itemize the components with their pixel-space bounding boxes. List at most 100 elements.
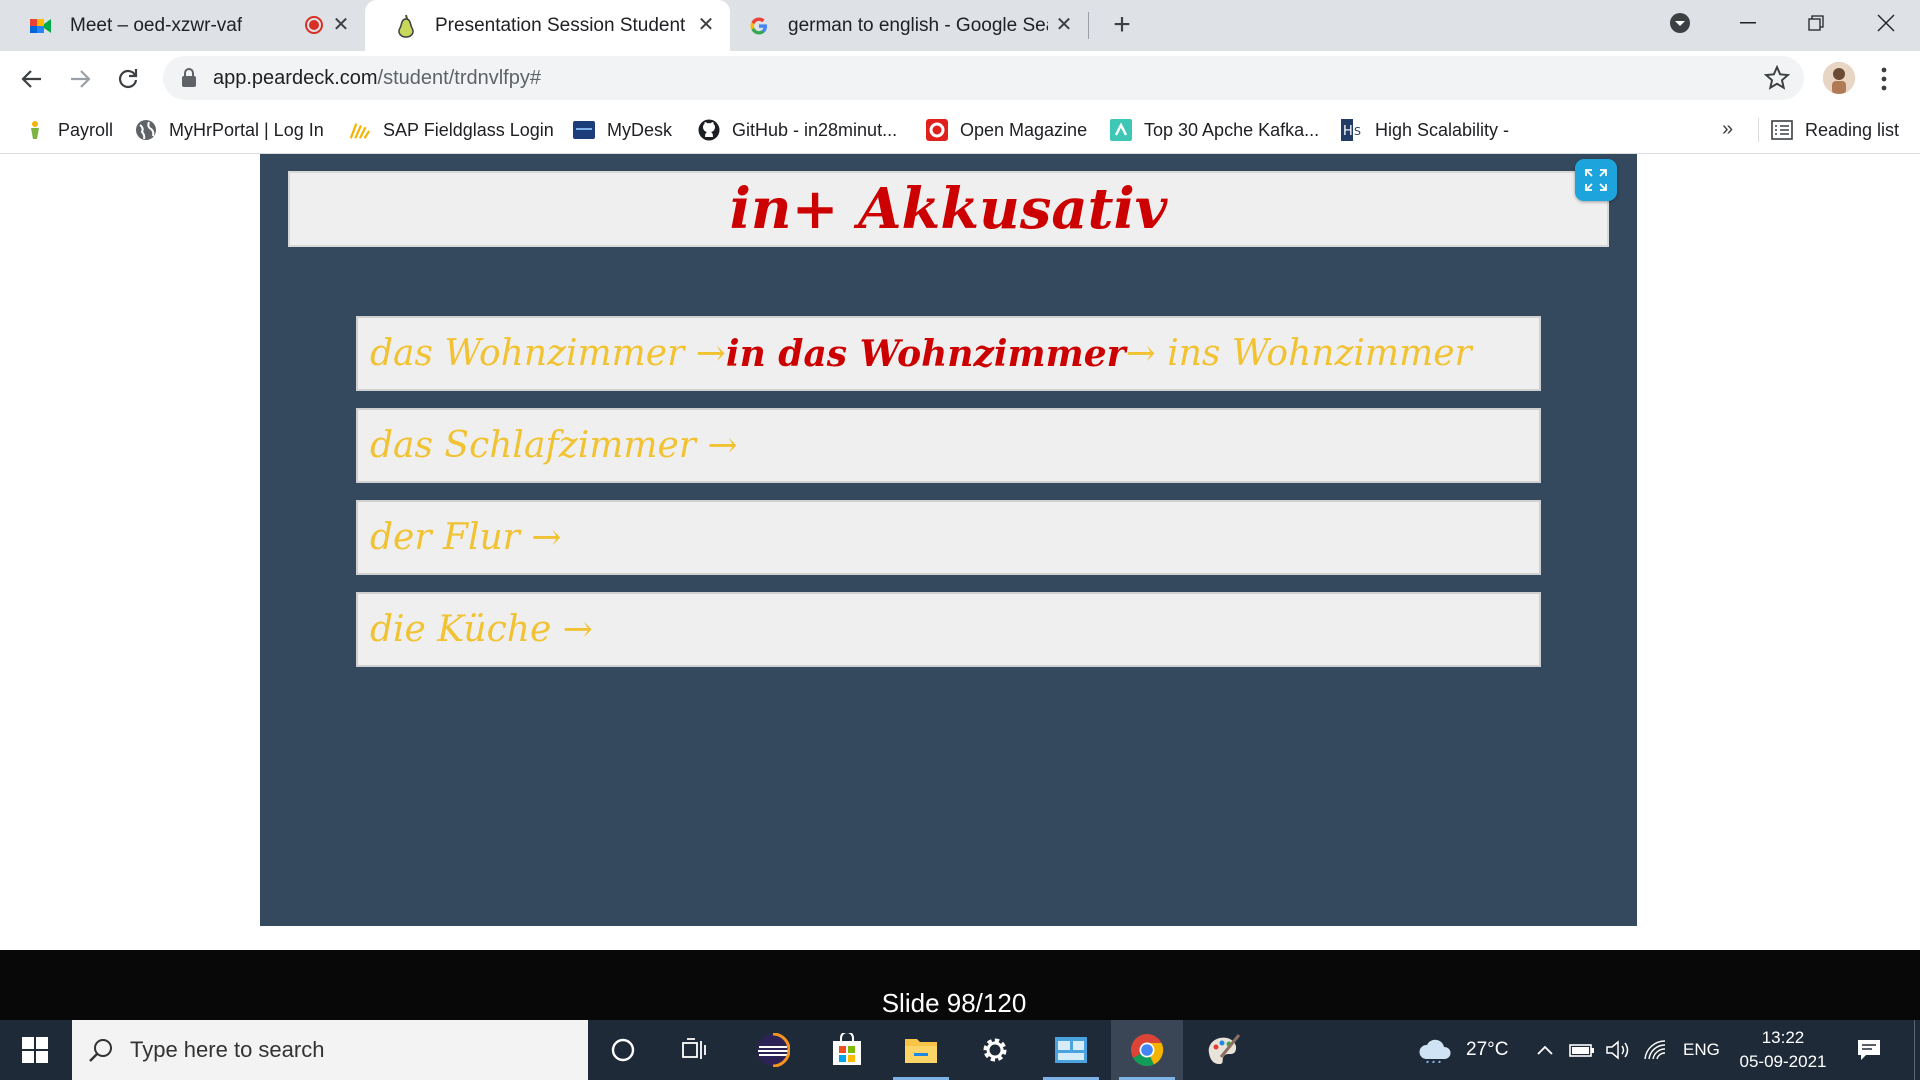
recording-icon: [305, 16, 323, 34]
chevron-down-icon: [1670, 12, 1690, 33]
bookmark-label: SAP Fieldglass Login: [383, 119, 554, 140]
close-icon[interactable]: ✕: [1052, 13, 1076, 37]
taskbar-paint[interactable]: [1187, 1020, 1259, 1080]
close-icon[interactable]: ✕: [694, 13, 718, 37]
close-icon[interactable]: ✕: [329, 13, 353, 37]
reading-list-button[interactable]: Reading list: [1771, 106, 1899, 154]
slide-row-4: die Küche →: [356, 592, 1541, 667]
action-center-button[interactable]: [1856, 1020, 1882, 1080]
taskbar-settings[interactable]: [959, 1020, 1031, 1080]
address-bar[interactable]: app.peardeck.com/student/trdnvlfpy#: [163, 56, 1804, 100]
clock[interactable]: 13:22 05-09-2021: [1728, 1026, 1838, 1074]
google-meet-icon: [30, 15, 52, 37]
bookmark-star-icon[interactable]: [1764, 65, 1790, 91]
reload-button[interactable]: [108, 59, 148, 99]
url-domain: app.peardeck.com: [213, 67, 378, 89]
slide-row-1: das Wohnzimmer → in das Wohnzimmer → ins…: [356, 316, 1541, 391]
taskbar-file-explorer[interactable]: [885, 1020, 957, 1080]
fullscreen-button[interactable]: [1575, 159, 1617, 201]
fieldglass-icon: [349, 119, 371, 141]
tab-meet[interactable]: Meet – oed-xzwr-vaf ✕: [0, 0, 365, 51]
start-button[interactable]: [0, 1020, 70, 1080]
speaker-icon: [1606, 1040, 1629, 1060]
taskbar-chrome[interactable]: [1111, 1020, 1183, 1080]
bookmarks-overflow-button[interactable]: »: [1722, 118, 1733, 141]
tab-search-button[interactable]: [1650, 0, 1710, 45]
row-text: das Schlafzimmer →: [370, 425, 738, 466]
cloud-icon: [1419, 1039, 1451, 1063]
forward-button[interactable]: [60, 59, 100, 99]
network-indicator[interactable]: [1643, 1020, 1667, 1080]
bookmark-label: Top 30 Apche Kafka...: [1144, 119, 1320, 140]
bookmark-label: GitHub - in28minut...: [732, 119, 898, 140]
paint-icon: [1208, 1034, 1241, 1064]
gear-icon: [983, 1038, 1007, 1062]
search-placeholder: Type here to search: [130, 1037, 325, 1062]
weather-widget[interactable]: 27°C: [1418, 1020, 1508, 1080]
slide-canvas: in+ Akkusativ das Wohnzimmer → in das Wo…: [260, 154, 1637, 926]
bookmark-label: High Scalability -: [1375, 119, 1510, 140]
url-path: /student/trdnvlfpy#: [377, 67, 541, 89]
browser-toolbar: app.peardeck.com/student/trdnvlfpy#: [0, 51, 1920, 106]
minimize-button[interactable]: [1718, 0, 1778, 45]
tab-presentation[interactable]: Presentation Session Student ✕: [365, 0, 730, 51]
taskbar-eclipse[interactable]: [737, 1020, 809, 1080]
tab-google-search[interactable]: german to english - Google Search ✕: [730, 0, 1088, 51]
kafka-icon: [1110, 119, 1132, 141]
svg-text:H: H: [1343, 124, 1353, 139]
cortana-button[interactable]: [587, 1020, 659, 1080]
windows-taskbar: Type here to search 27°C ENG 13:22 05-09…: [0, 1020, 1920, 1080]
battery-indicator[interactable]: [1569, 1020, 1595, 1080]
store-icon: [833, 1033, 861, 1065]
reading-list-icon: [1771, 119, 1793, 141]
bookmark-mydesk[interactable]: MyDesk: [573, 106, 672, 154]
restore-button[interactable]: [1786, 0, 1846, 45]
cortana-icon: [611, 1038, 635, 1062]
taskbar-search[interactable]: Type here to search: [72, 1020, 588, 1080]
task-view-button[interactable]: [659, 1020, 731, 1080]
open-magazine-icon: [926, 119, 948, 141]
new-tab-button[interactable]: +: [1106, 10, 1138, 42]
tab-separator: [1088, 12, 1089, 39]
back-button[interactable]: [12, 59, 52, 99]
control-panel-icon: [1055, 1037, 1087, 1063]
taskbar-store[interactable]: [811, 1020, 883, 1080]
globe-icon: [135, 119, 157, 141]
payroll-icon: [24, 119, 46, 141]
taskbar-control-panel[interactable]: [1035, 1020, 1107, 1080]
url-text: app.peardeck.com/student/trdnvlfpy#: [213, 67, 541, 90]
folder-icon: [905, 1039, 937, 1063]
weather-temperature: 27°C: [1466, 1039, 1509, 1060]
page-content: in+ Akkusativ das Wohnzimmer → in das Wo…: [0, 154, 1920, 950]
close-window-button[interactable]: [1856, 0, 1916, 45]
input-language[interactable]: ENG: [1683, 1020, 1720, 1080]
volume-control[interactable]: [1605, 1020, 1631, 1080]
bookmark-open-magazine[interactable]: Open Magazine: [926, 106, 1087, 154]
arrow-right-icon: [71, 70, 91, 88]
svg-text:S: S: [1354, 125, 1361, 138]
profile-avatar[interactable]: [1823, 62, 1855, 94]
lock-icon: [182, 68, 196, 87]
bookmark-myhrportal[interactable]: MyHrPortal | Log In: [135, 106, 324, 154]
row-text: der Flur →: [370, 517, 562, 558]
bookmark-label: MyHrPortal | Log In: [169, 119, 324, 140]
high-scalability-icon: HS: [1341, 119, 1363, 141]
task-view-icon: [682, 1038, 706, 1059]
show-desktop-button[interactable]: [1914, 1020, 1920, 1080]
bookmark-kafka[interactable]: Top 30 Apche Kafka...: [1110, 106, 1319, 154]
github-icon: [698, 119, 720, 141]
slide-row-3: der Flur →: [356, 500, 1541, 575]
bookmark-high-scalability[interactable]: HS High Scalability -: [1341, 106, 1509, 154]
bookmark-payroll[interactable]: Payroll: [24, 106, 113, 154]
row-text: → ins Wohnzimmer: [1125, 333, 1472, 374]
bookmark-sap-fieldglass[interactable]: SAP Fieldglass Login: [349, 106, 554, 154]
bookmarks-separator: [1758, 118, 1759, 142]
show-hidden-icons-button[interactable]: [1536, 1020, 1554, 1080]
chevron-up-icon: [1537, 1045, 1553, 1055]
bookmark-github[interactable]: GitHub - in28minut...: [698, 106, 897, 154]
more-menu-icon[interactable]: [1874, 64, 1894, 94]
row-text: das Wohnzimmer →: [370, 333, 726, 374]
slide-row-2: das Schlafzimmer →: [356, 408, 1541, 483]
tab-strip: Meet – oed-xzwr-vaf ✕ Presentation Sessi…: [0, 0, 1920, 51]
bookmark-label: MyDesk: [607, 119, 673, 140]
